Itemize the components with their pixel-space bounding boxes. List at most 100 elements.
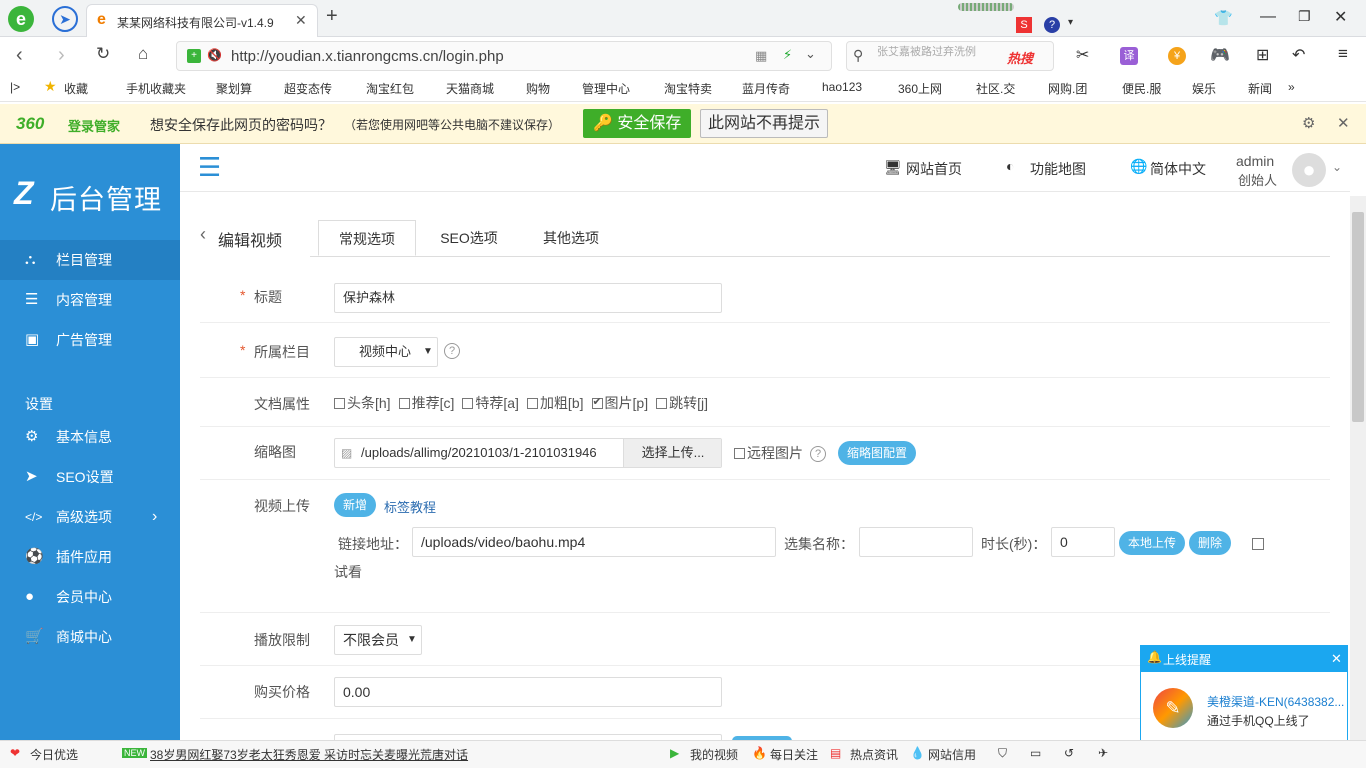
sogou-icon[interactable]: S <box>1016 17 1032 33</box>
user-name[interactable]: admin <box>1236 153 1274 169</box>
bookmark-item[interactable]: 娱乐 <box>1192 80 1216 97</box>
bookmark-item[interactable]: 天猫商城 <box>446 80 494 97</box>
price-input[interactable]: 0.00 <box>334 677 722 707</box>
security-shield-icon[interactable]: + <box>187 49 201 63</box>
tab-other[interactable]: 其他选项 <box>522 220 620 256</box>
restore-icon[interactable]: ❐ <box>1298 8 1311 25</box>
sidebar-item-shop[interactable]: 🛒 商城中心 <box>0 617 180 657</box>
link-input[interactable]: /uploads/video/baohu.mp4 <box>412 527 776 557</box>
attr-checkbox-item[interactable]: 加粗[b] <box>526 395 584 411</box>
sidebar-item-ads[interactable]: ▣ 广告管理 <box>0 320 180 360</box>
attr-checkbox-item[interactable]: 跳转[j] <box>656 395 708 411</box>
bookmark-item[interactable]: 网购.团 <box>1048 80 1087 97</box>
tab-seo[interactable]: SEO选项 <box>420 220 518 256</box>
function-map-link[interactable]: 功能地图 <box>1030 159 1086 179</box>
bookmark-item[interactable]: 淘宝特卖 <box>664 80 712 97</box>
my-video-link[interactable]: 我的视频 <box>690 746 738 763</box>
search-icon[interactable]: ⚲ <box>853 47 863 64</box>
speed-mode-icon[interactable]: ⚡ <box>783 47 792 63</box>
address-dropdown-icon[interactable]: ⌄ <box>805 46 816 62</box>
undo-icon[interactable]: ↶ <box>1292 45 1305 65</box>
sidebar-item-columns[interactable]: ⛬ 栏目管理 <box>0 240 180 280</box>
checkbox[interactable] <box>526 398 538 409</box>
tab-close-icon[interactable]: ✕ <box>295 12 307 29</box>
checkbox[interactable] <box>734 448 745 459</box>
hot-news-link[interactable]: 热点资讯 <box>850 746 898 763</box>
news-headline-link[interactable]: 38岁男网红娶73岁老太狂秀恩爱 采访时忘关麦曝光荒唐对话 <box>150 746 468 763</box>
add-video-button[interactable]: 新增 <box>334 493 376 517</box>
history-icon[interactable]: ↺ <box>1064 746 1074 760</box>
translate-icon[interactable]: 译 <box>1120 47 1138 65</box>
notification-contact-name[interactable]: 美橙渠道-KEN(6438382... <box>1207 693 1344 710</box>
bookmark-item[interactable]: 超变态传 <box>284 80 332 97</box>
tab-general[interactable]: 常规选项 <box>318 220 416 256</box>
bookmark-item[interactable]: hao123 <box>822 80 862 94</box>
home-icon[interactable]: ⌂ <box>138 44 148 64</box>
chevron-down-icon[interactable]: ⌄ <box>1332 160 1342 174</box>
forward-icon[interactable]: › <box>58 44 65 67</box>
bookmark-item[interactable]: 管理中心 <box>582 80 630 97</box>
bookmark-item[interactable]: 便民.服 <box>1122 80 1161 97</box>
attr-checkbox-item[interactable]: 头条[h] <box>334 395 391 411</box>
tag-tutorial-link[interactable]: 标签教程 <box>384 497 436 516</box>
remote-image-option[interactable]: 远程图片 <box>734 443 803 463</box>
sidebar-item-members[interactable]: ● 会员中心 <box>0 577 180 617</box>
column-select[interactable]: 视频中心 ▼ <box>334 337 438 367</box>
checkbox[interactable] <box>656 398 668 409</box>
upload-button[interactable]: 选择上传... <box>623 439 721 467</box>
navigate-arrow-icon[interactable]: ➤ <box>52 6 78 32</box>
checkbox[interactable] <box>462 398 474 409</box>
sidebar-item-plugins[interactable]: ⚽ 插件应用 <box>0 537 180 577</box>
bookmark-item[interactable]: 社区.交 <box>976 80 1015 97</box>
browser-menu-icon[interactable]: ≡ <box>1338 44 1348 64</box>
screenshot-icon[interactable]: ▭ <box>1030 746 1041 760</box>
apps-grid-icon[interactable]: ⊞ <box>1256 45 1269 65</box>
bookmark-item[interactable]: 蓝月传奇 <box>742 80 790 97</box>
trial-checkbox[interactable] <box>1252 538 1264 550</box>
sidebar-item-basic-info[interactable]: ⚙ 基本信息 <box>0 417 180 457</box>
password-bar-close-icon[interactable]: ✕ <box>1337 114 1350 132</box>
bookmarks-star-icon[interactable]: ★ <box>44 78 57 95</box>
settings-gear-icon[interactable]: ⚙ <box>1302 114 1315 132</box>
browser-logo-icon[interactable]: e <box>8 6 34 32</box>
checkbox[interactable] <box>334 398 345 409</box>
daily-focus-link[interactable]: 每日关注 <box>770 746 818 763</box>
episode-input[interactable] <box>859 527 973 557</box>
duration-input[interactable]: 0 <box>1051 527 1115 557</box>
address-bar[interactable]: + 🔇 http://youdian.x.tianrongcms.cn/logi… <box>176 41 832 71</box>
scroll-thumb[interactable] <box>1352 212 1364 422</box>
back-chevron-icon[interactable]: ‹ <box>200 224 206 245</box>
back-icon[interactable]: ‹ <box>16 44 23 67</box>
bookmarks-more-icon[interactable]: » <box>1288 80 1295 94</box>
bookmark-item[interactable]: 聚划算 <box>216 80 252 97</box>
browser-tab[interactable]: e 某某网络科技有限公司-v1.4.9 ✕ <box>86 4 318 37</box>
window-close-icon[interactable]: ✕ <box>1334 7 1347 27</box>
url-text[interactable]: http://youdian.x.tianrongcms.cn/login.ph… <box>231 48 504 65</box>
help-circle-icon[interactable]: ? <box>810 446 826 462</box>
bookmark-item[interactable]: 购物 <box>526 80 550 97</box>
bookmark-item[interactable]: 新闻 <box>1248 80 1272 97</box>
reload-icon[interactable]: ↻ <box>96 44 110 64</box>
hot-search-badge[interactable]: 热搜 <box>1007 48 1033 67</box>
site-home-link[interactable]: 网站首页 <box>906 159 962 179</box>
bookmark-item[interactable]: 收藏 <box>64 80 88 97</box>
menu-more-icon[interactable]: ▾ <box>1068 17 1073 28</box>
bookmark-item[interactable]: 淘宝红包 <box>366 80 414 97</box>
help-icon[interactable]: ? <box>1044 17 1060 33</box>
notification-close-icon[interactable]: ✕ <box>1331 651 1342 667</box>
save-password-button[interactable]: 🔑 安全保存 <box>583 109 691 138</box>
title-input[interactable]: 保护森林 <box>334 283 722 313</box>
sidebar-item-content[interactable]: ☰ 内容管理 <box>0 280 180 320</box>
minimize-icon[interactable]: — <box>1260 8 1276 26</box>
sidebar-toggle-icon[interactable]: |> <box>10 80 20 94</box>
limit-select[interactable]: 不限会员 ▼ <box>334 625 422 655</box>
page-scrollbar[interactable] <box>1350 196 1366 740</box>
search-box[interactable]: ⚲ 张艾嘉被路过弃洗例 热搜 <box>846 41 1054 71</box>
speedup-icon[interactable]: ✈ <box>1098 746 1108 760</box>
checkbox[interactable] <box>398 398 410 409</box>
shield-icon[interactable]: ⛉ <box>998 746 1007 761</box>
local-upload-button[interactable]: 本地上传 <box>1119 531 1185 555</box>
delete-button[interactable]: 删除 <box>1189 531 1231 555</box>
help-circle-icon[interactable]: ? <box>444 343 460 359</box>
speaker-off-icon[interactable]: 🔇 <box>207 48 222 62</box>
